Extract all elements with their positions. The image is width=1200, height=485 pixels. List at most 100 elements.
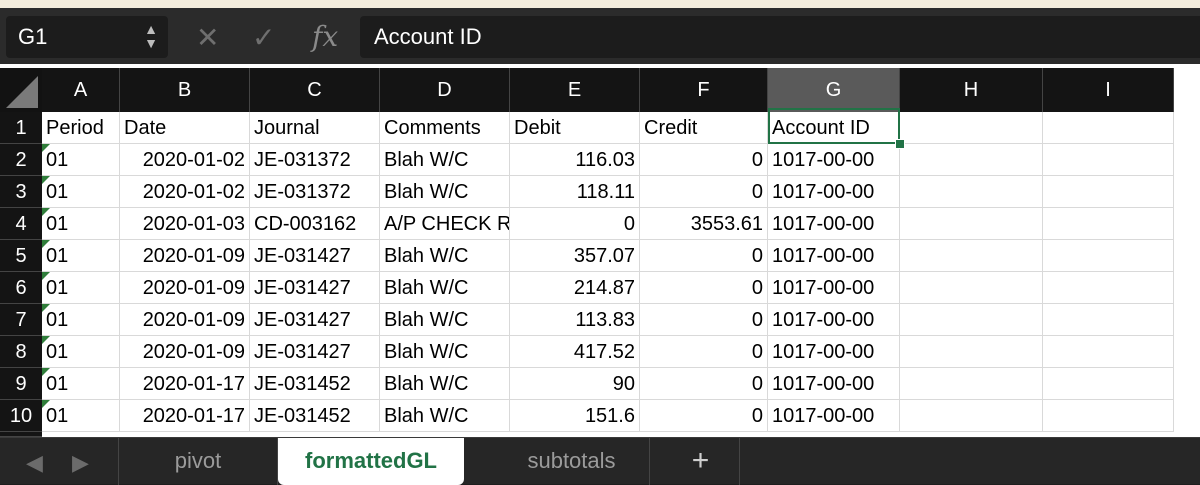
cell-empty[interactable] xyxy=(1043,304,1174,336)
row-header-9[interactable]: 9 xyxy=(0,368,42,400)
cell-period[interactable]: 01 xyxy=(42,240,120,272)
cell-account-id[interactable]: 1017-00-00 xyxy=(768,176,900,208)
row-header-8[interactable]: 8 xyxy=(0,336,42,368)
cell-credit[interactable]: 0 xyxy=(640,144,768,176)
cell-debit[interactable]: 90 xyxy=(510,368,640,400)
header-cell-date[interactable]: Date xyxy=(120,112,250,144)
row-header-5[interactable]: 5 xyxy=(0,240,42,272)
cell-empty[interactable] xyxy=(1043,400,1174,432)
sheet-tab-subtotals[interactable]: subtotals xyxy=(494,438,650,485)
cell-debit[interactable]: 116.03 xyxy=(510,144,640,176)
cell-period[interactable]: 01 xyxy=(42,176,120,208)
cell-empty[interactable] xyxy=(900,240,1043,272)
column-header-a[interactable]: A xyxy=(42,68,120,112)
cell-date[interactable]: 2020-01-17 xyxy=(120,368,250,400)
cell-debit[interactable]: 118.11 xyxy=(510,176,640,208)
row-header-3[interactable]: 3 xyxy=(0,176,42,208)
cell-period[interactable]: 01 xyxy=(42,336,120,368)
cell-debit[interactable]: 357.07 xyxy=(510,240,640,272)
cell-journal[interactable]: JE-031452 xyxy=(250,368,380,400)
column-header-f[interactable]: F xyxy=(640,68,768,112)
cell-credit[interactable]: 3553.61 xyxy=(640,208,768,240)
cell-credit[interactable]: 0 xyxy=(640,336,768,368)
cell-empty[interactable] xyxy=(1043,208,1174,240)
cell-comments[interactable]: Blah W/C xyxy=(380,176,510,208)
cell-account-id[interactable]: 1017-00-00 xyxy=(768,272,900,304)
header-cell-comments[interactable]: Comments xyxy=(380,112,510,144)
cell-account-id[interactable]: 1017-00-00 xyxy=(768,336,900,368)
cell-date[interactable]: 2020-01-02 xyxy=(120,176,250,208)
cell-period[interactable]: 01 xyxy=(42,368,120,400)
prev-sheet-icon[interactable]: ◀ xyxy=(26,450,43,476)
header-cell-debit[interactable]: Debit xyxy=(510,112,640,144)
cell-empty[interactable] xyxy=(1043,144,1174,176)
header-cell-account_id[interactable]: Account ID xyxy=(768,112,900,144)
cell-debit[interactable]: 0 xyxy=(510,208,640,240)
column-header-h[interactable]: H xyxy=(900,68,1043,112)
cell-journal[interactable]: JE-031452 xyxy=(250,400,380,432)
row-header-4[interactable]: 4 xyxy=(0,208,42,240)
cell-date[interactable]: 2020-01-09 xyxy=(120,240,250,272)
cell-journal[interactable]: JE-031372 xyxy=(250,176,380,208)
row-header-2[interactable]: 2 xyxy=(0,144,42,176)
cell-comments[interactable]: Blah W/C xyxy=(380,240,510,272)
row-header-10[interactable]: 10 xyxy=(0,400,42,432)
cell-period[interactable]: 01 xyxy=(42,304,120,336)
cell-date[interactable]: 2020-01-09 xyxy=(120,272,250,304)
cell-period[interactable]: 01 xyxy=(42,208,120,240)
cell-account-id[interactable]: 1017-00-00 xyxy=(768,208,900,240)
check-icon[interactable]: ✓ xyxy=(252,24,275,52)
cell-date[interactable]: 2020-01-09 xyxy=(120,336,250,368)
cell-comments[interactable]: Blah W/C xyxy=(380,144,510,176)
cell-empty[interactable] xyxy=(1043,272,1174,304)
column-header-d[interactable]: D xyxy=(380,68,510,112)
cell-date[interactable]: 2020-01-03 xyxy=(120,208,250,240)
cell-comments[interactable]: Blah W/C xyxy=(380,400,510,432)
add-sheet-button[interactable]: + xyxy=(662,438,740,485)
column-header-g[interactable]: G xyxy=(768,68,900,112)
cell-credit[interactable]: 0 xyxy=(640,176,768,208)
column-header-b[interactable]: B xyxy=(120,68,250,112)
cell-account-id[interactable]: 1017-00-00 xyxy=(768,368,900,400)
cell-debit[interactable]: 151.6 xyxy=(510,400,640,432)
cell-credit[interactable]: 0 xyxy=(640,240,768,272)
column-header-e[interactable]: E xyxy=(510,68,640,112)
cell-empty[interactable] xyxy=(900,144,1043,176)
row-header-7[interactable]: 7 xyxy=(0,304,42,336)
cell-comments[interactable]: Blah W/C xyxy=(380,272,510,304)
cell-comments[interactable]: Blah W/C xyxy=(380,304,510,336)
cell-empty[interactable] xyxy=(900,368,1043,400)
cell-journal[interactable]: JE-031372 xyxy=(250,144,380,176)
cell-date[interactable]: 2020-01-09 xyxy=(120,304,250,336)
cell-empty[interactable] xyxy=(900,336,1043,368)
cell-empty[interactable] xyxy=(1043,240,1174,272)
sheet-tab-pivot[interactable]: pivot xyxy=(119,438,278,485)
cell-debit[interactable]: 417.52 xyxy=(510,336,640,368)
cell-debit[interactable]: 113.83 xyxy=(510,304,640,336)
cell-empty[interactable] xyxy=(900,176,1043,208)
cell-journal[interactable]: JE-031427 xyxy=(250,336,380,368)
cell-empty[interactable] xyxy=(1043,176,1174,208)
cell-debit[interactable]: 214.87 xyxy=(510,272,640,304)
sheet-tab-formattedgl[interactable]: formattedGL xyxy=(278,438,464,485)
x-icon[interactable]: ✕ xyxy=(196,24,219,52)
cell-empty[interactable] xyxy=(1043,368,1174,400)
cell-empty[interactable] xyxy=(900,304,1043,336)
header-cell-journal[interactable]: Journal xyxy=(250,112,380,144)
formula-input[interactable]: Account ID xyxy=(360,16,1200,58)
cell-comments[interactable]: Blah W/C xyxy=(380,368,510,400)
next-sheet-icon[interactable]: ▶ xyxy=(72,450,89,476)
cell-credit[interactable]: 0 xyxy=(640,272,768,304)
fill-handle[interactable] xyxy=(895,139,905,149)
row-header-1[interactable]: 1 xyxy=(0,112,42,144)
cell-date[interactable]: 2020-01-17 xyxy=(120,400,250,432)
cell-account-id[interactable]: 1017-00-00 xyxy=(768,144,900,176)
cell-empty[interactable] xyxy=(1043,112,1174,144)
cell-credit[interactable]: 0 xyxy=(640,304,768,336)
column-header-c[interactable]: C xyxy=(250,68,380,112)
cell-period[interactable]: 01 xyxy=(42,144,120,176)
cell-empty[interactable] xyxy=(1043,336,1174,368)
cell-comments[interactable]: Blah W/C xyxy=(380,336,510,368)
cell-period[interactable]: 01 xyxy=(42,400,120,432)
cell-empty[interactable] xyxy=(900,112,1043,144)
